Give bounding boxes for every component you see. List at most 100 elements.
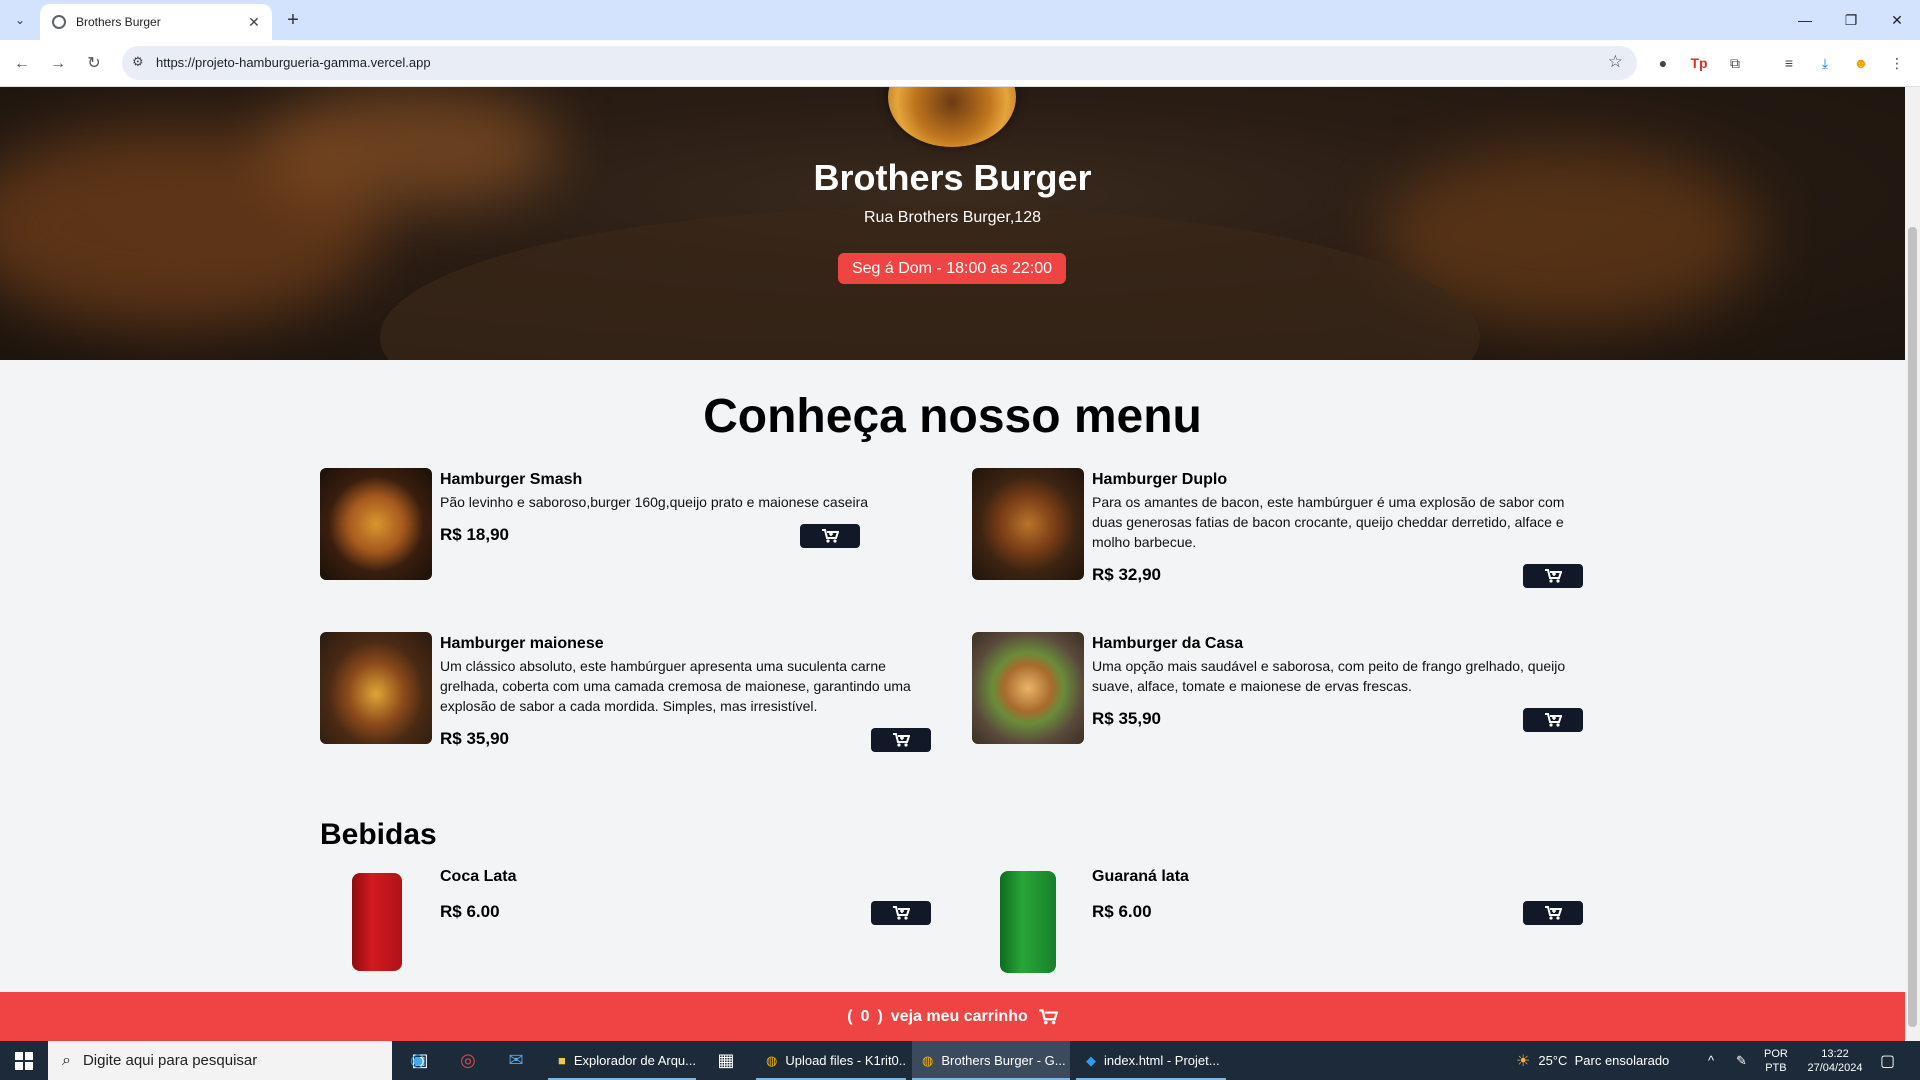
- view-cart-button[interactable]: ( 0 ) veja meu carrinho: [0, 992, 1905, 1041]
- cart-close-paren: ): [877, 1007, 883, 1025]
- app-icon[interactable]: ◎: [448, 1045, 488, 1076]
- item-price: R$ 32,90: [1092, 565, 1161, 584]
- weather-icon: ☀: [1516, 1052, 1531, 1070]
- reload-button[interactable]: ↻: [82, 52, 106, 76]
- notification-icon[interactable]: ▢: [1880, 1041, 1895, 1080]
- show-hidden-icons[interactable]: ^: [1708, 1041, 1714, 1080]
- clock-time: 13:22: [1821, 1047, 1849, 1060]
- tab-list-button[interactable]: ⌄: [8, 8, 32, 32]
- item-description: Uma opção mais saudável e saborosa, com …: [1092, 658, 1566, 694]
- taskbar-app-vscode[interactable]: ◆ index.html - Projet...: [1076, 1041, 1226, 1080]
- taskbar-app-label: Brothers Burger - G...: [941, 1053, 1066, 1068]
- item-name: Hamburger Duplo: [1092, 471, 1228, 488]
- browser-tab-bar: ⌄ Brothers Burger ✕ + — ❐ ✕: [0, 0, 1920, 40]
- taskbar-app-label: Explorador de Arqu...: [573, 1053, 696, 1068]
- taskbar-app-chrome-brothers[interactable]: ◍ Brothers Burger - G...: [912, 1041, 1070, 1080]
- close-tab-icon[interactable]: ✕: [244, 14, 264, 31]
- scroll-thumb[interactable]: [1908, 227, 1917, 1027]
- page-scrollbar[interactable]: [1905, 87, 1920, 1041]
- mail-icon[interactable]: ✉: [496, 1045, 536, 1076]
- keyboard-layout: PTB: [1765, 1061, 1787, 1074]
- add-to-cart-button[interactable]: [871, 728, 931, 752]
- restaurant-address: Rua Brothers Burger,128: [864, 209, 1041, 226]
- search-icon: ⌕: [62, 1051, 71, 1069]
- browser-menu-icon[interactable]: ⋮: [1886, 52, 1908, 74]
- profile-avatar[interactable]: ☻: [1850, 52, 1872, 74]
- store-icon[interactable]: ▦: [706, 1045, 746, 1076]
- can-shape: [352, 873, 402, 971]
- menu-item: Coca Lata R$ 6.00: [320, 865, 932, 977]
- add-to-cart-button[interactable]: [800, 524, 860, 548]
- item-name: Hamburger Smash: [440, 471, 583, 488]
- taskbar-app-label: index.html - Projet...: [1104, 1053, 1220, 1068]
- cart-icon: [1545, 906, 1562, 920]
- menu-item: Hamburger Smash Pão levinho e saboroso,b…: [320, 468, 868, 583]
- back-button[interactable]: ←: [10, 52, 34, 76]
- menu-item: Hamburger maionese Um clássico absoluto,…: [320, 632, 932, 752]
- taskbar: ⌕ Digite aqui para pesquisar ▣ ◉ ◎ ✉ ■ E…: [0, 1041, 1920, 1080]
- item-description: Pão levinho e saboroso,burger 160g,queij…: [440, 494, 869, 510]
- menu-title: Conheça nosso menu: [703, 390, 1202, 443]
- extensions-puzzle-icon[interactable]: ⧉: [1724, 52, 1746, 74]
- add-to-cart-button[interactable]: [1523, 564, 1583, 588]
- chrome-icon: ◍: [766, 1052, 778, 1068]
- item-price: R$ 6.00: [1092, 902, 1152, 921]
- cart-label: veja meu carrinho: [890, 1007, 1028, 1025]
- new-tab-button[interactable]: +: [282, 9, 304, 31]
- cart-icon: [1545, 569, 1562, 583]
- menu-item: Hamburger da Casa Uma opção mais saudáve…: [972, 632, 1584, 747]
- add-to-cart-button[interactable]: [1523, 708, 1583, 732]
- forward-button[interactable]: →: [46, 52, 70, 76]
- start-button[interactable]: [0, 1041, 48, 1080]
- url-text[interactable]: https://projeto-hamburgueria-gamma.verce…: [156, 55, 431, 70]
- active-tab[interactable]: Brothers Burger ✕: [40, 4, 272, 40]
- item-price: R$ 6.00: [440, 902, 500, 921]
- extension-icon[interactable]: ●: [1652, 52, 1674, 74]
- clock[interactable]: 13:22 27/04/2024: [1800, 1041, 1870, 1080]
- globe-icon: [52, 15, 66, 29]
- folder-icon: ■: [558, 1053, 566, 1068]
- edge-icon[interactable]: ◉: [398, 1045, 438, 1076]
- page-viewport: Brothers Burger Rua Brothers Burger,128 …: [0, 87, 1905, 1041]
- omnibox[interactable]: ⚙ https://projeto-hamburgueria-gamma.ver…: [122, 46, 1637, 80]
- hero-banner: Brothers Burger Rua Brothers Burger,128 …: [0, 87, 1905, 360]
- tab-title: Brothers Burger: [76, 15, 161, 29]
- taskbar-app-file-explorer[interactable]: ■ Explorador de Arqu...: [548, 1041, 696, 1080]
- item-price: R$ 35,90: [1092, 709, 1161, 728]
- extension-tp-icon[interactable]: Tp: [1688, 52, 1710, 74]
- input-language[interactable]: POR PTB: [1764, 1041, 1788, 1080]
- weather-widget[interactable]: ☀ 25°C Parc ensolarado: [1516, 1041, 1669, 1080]
- drinks-title: Bebidas: [320, 818, 437, 851]
- item-name: Hamburger da Casa: [1092, 635, 1244, 652]
- add-to-cart-button[interactable]: [1523, 901, 1583, 925]
- item-price: R$ 18,90: [440, 525, 509, 544]
- restaurant-title: Brothers Burger: [813, 157, 1092, 198]
- pen-icon[interactable]: ✎: [1736, 1041, 1747, 1080]
- address-toolbar: ← → ↻ ⚙ https://projeto-hamburgueria-gam…: [0, 40, 1920, 87]
- cart-icon: [1038, 1008, 1058, 1024]
- windows-icon: [15, 1051, 33, 1070]
- cart-count: 0: [860, 1007, 870, 1025]
- bookmark-star-icon[interactable]: ☆: [1608, 52, 1623, 72]
- burger-image: [972, 468, 1084, 580]
- taskbar-app-label: Upload files - K1rit0...: [785, 1053, 906, 1068]
- clock-date: 27/04/2024: [1807, 1061, 1863, 1074]
- site-info-icon[interactable]: ⚙: [132, 54, 144, 70]
- download-icon[interactable]: ⤓: [1814, 52, 1836, 74]
- cart-icon: [1545, 713, 1562, 727]
- menu-item: Guaraná lata R$ 6.00: [972, 865, 1584, 977]
- minimize-button[interactable]: —: [1790, 8, 1820, 32]
- media-control-icon[interactable]: ≡: [1778, 52, 1800, 74]
- restore-button[interactable]: ❐: [1836, 8, 1866, 32]
- chrome-icon: ◍: [922, 1052, 934, 1068]
- drink-image: [320, 865, 432, 977]
- add-to-cart-button[interactable]: [871, 901, 931, 925]
- cart-icon: [893, 906, 910, 920]
- taskbar-search[interactable]: ⌕ Digite aqui para pesquisar: [48, 1041, 392, 1080]
- close-window-button[interactable]: ✕: [1882, 8, 1912, 32]
- taskbar-app-chrome-upload[interactable]: ◍ Upload files - K1rit0...: [756, 1041, 906, 1080]
- weather-text: 25°C Parc ensolarado: [1538, 1053, 1670, 1068]
- cart-open-paren: (: [847, 1007, 853, 1025]
- item-price: R$ 35,90: [440, 729, 509, 748]
- item-name: Hamburger maionese: [440, 635, 604, 652]
